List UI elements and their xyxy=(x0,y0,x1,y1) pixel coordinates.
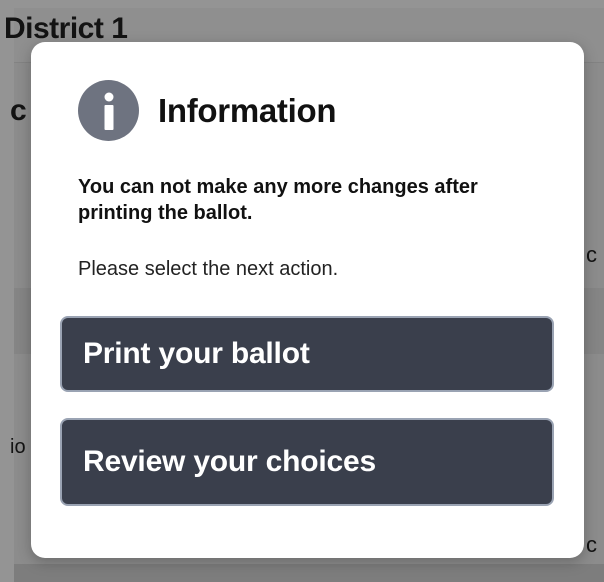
print-ballot-button[interactable]: Print your ballot xyxy=(60,316,554,392)
screen: District 1 c c io c Information You can … xyxy=(0,0,604,582)
dialog-instruction-text: Please select the next action. xyxy=(78,258,339,280)
dialog-warning-text: You can not make any more changes after … xyxy=(78,176,478,224)
dialog-title: Information xyxy=(158,91,337,129)
info-icon xyxy=(78,80,139,141)
information-dialog: Information You can not make any more ch… xyxy=(31,42,584,558)
dialog-header: Information xyxy=(78,80,336,141)
review-choices-button[interactable]: Review your choices xyxy=(60,418,554,506)
